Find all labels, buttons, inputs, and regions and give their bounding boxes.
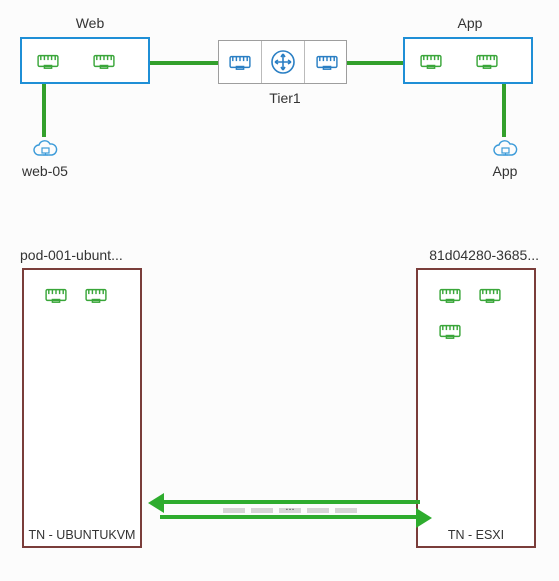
web-switch[interactable] (20, 37, 150, 84)
link-web-vm (42, 82, 46, 137)
tier1-router[interactable] (218, 40, 347, 84)
port-icon (478, 286, 502, 304)
link-router-app (344, 61, 405, 65)
tunnel: ... (160, 496, 420, 524)
port-icon (92, 52, 116, 70)
router-icon (271, 50, 295, 74)
app-switch[interactable] (403, 37, 533, 84)
port-icon (419, 52, 443, 70)
web-vm-label: web-05 (10, 163, 80, 179)
link-app-vm (502, 82, 506, 137)
cloud-vm-icon[interactable] (32, 138, 58, 160)
arrow-right-icon (416, 508, 432, 528)
tier1-router-label: Tier1 (260, 90, 310, 106)
host-right[interactable]: TN - ESXI (416, 268, 536, 548)
host-right-type: TN - ESXI (418, 528, 534, 542)
app-switch-label: App (440, 15, 500, 31)
port-icon (438, 322, 462, 340)
port-icon (44, 286, 68, 304)
web-switch-label: Web (55, 15, 125, 31)
host-right-title: 81d04280-3685... (429, 247, 539, 263)
port-icon (84, 286, 108, 304)
tunnel-ellipsis: ... (160, 501, 420, 513)
host-left[interactable]: TN - UBUNTUKVM (22, 268, 142, 548)
port-icon (315, 53, 339, 71)
cloud-vm-icon[interactable] (492, 138, 518, 160)
host-left-title: pod-001-ubunt... (20, 247, 123, 263)
link-web-router (148, 61, 221, 65)
app-vm-label: App (475, 163, 535, 179)
host-left-type: TN - UBUNTUKVM (24, 528, 140, 542)
port-icon (438, 286, 462, 304)
port-icon (36, 52, 60, 70)
port-icon (228, 53, 252, 71)
port-icon (475, 52, 499, 70)
